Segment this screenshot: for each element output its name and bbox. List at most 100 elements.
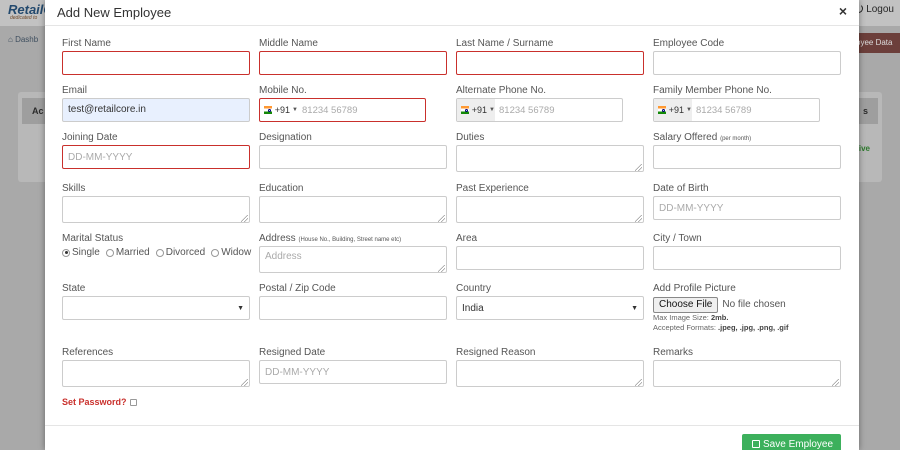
city-input[interactable] [653,246,841,270]
state-select[interactable]: ▼ [62,296,250,320]
past-experience-textarea-wrap [456,196,644,223]
modal-footer-divider [45,425,859,426]
first-name-field: First Name [62,38,250,75]
mobile-label: Mobile No. [259,85,307,96]
family-phone-input[interactable]: +91 ▼ 81234 56789 [653,98,820,122]
resize-grip-icon[interactable] [832,379,839,386]
country-select[interactable]: India ▼ [456,296,644,320]
radio-married[interactable]: Married [105,247,150,258]
family-phone-label: Family Member Phone No. [653,85,772,96]
country-code-selector[interactable]: +91 ▼ [654,99,692,121]
radio-dot[interactable] [105,248,114,257]
radio-label: Divorced [165,247,206,258]
family-phone-placeholder: 81234 56789 [696,104,752,116]
dial-code: +91 [471,105,488,115]
dob-field: Date of Birth [653,183,841,220]
alt-phone-placeholder: 81234 56789 [499,104,555,116]
country-code-selector[interactable]: +91 ▼ [457,99,495,121]
chevron-down-icon: ▼ [631,304,638,312]
address-textarea[interactable] [259,246,447,273]
country-field: Country India ▼ [456,283,644,320]
file-input: Choose File No file chosen [653,296,841,313]
salary-label-note: (per month) [720,136,752,142]
close-button[interactable]: × [839,3,847,19]
resize-grip-icon[interactable] [438,265,445,272]
formats-help: Accepted Formats: .jpeg, .jpg, .png, .gi… [653,323,841,333]
education-textarea[interactable] [259,196,447,223]
joining-date-field: Joining Date [62,132,250,169]
radio-divorced[interactable]: Divorced [155,247,206,258]
save-employee-button[interactable]: Save Employee [742,434,841,450]
salary-input[interactable] [653,145,841,169]
country-code-selector[interactable]: +91 ▼ [260,99,298,121]
address-field: Address (House No., Building, Street nam… [259,233,447,273]
resigned-date-field: Resigned Date [259,347,447,384]
radio-dot[interactable] [155,248,164,257]
radio-dot[interactable] [62,248,70,257]
dob-input[interactable] [653,196,841,220]
resize-grip-icon[interactable] [241,215,248,222]
past-experience-textarea[interactable] [456,196,644,223]
duties-textarea[interactable] [456,145,644,172]
choose-file-button[interactable]: Choose File [653,296,719,313]
first-name-input[interactable] [62,51,250,75]
country-label: Country [456,283,492,294]
last-name-input[interactable] [456,51,644,75]
formats-value: .jpeg, .jpg, .png, .gif [718,323,789,332]
chevron-down-icon: ▼ [292,107,298,113]
radio-dot[interactable] [211,248,220,257]
set-password-checkbox[interactable] [129,398,137,406]
joining-date-label: Joining Date [62,132,118,143]
file-status: No file chosen [722,299,786,310]
chevron-down-icon: ▼ [489,107,495,113]
references-textarea[interactable] [62,360,250,387]
resigned-reason-textarea[interactable] [456,360,644,387]
set-password-toggle[interactable]: Set Password? [62,397,137,407]
resigned-reason-field: Resigned Reason [456,347,644,387]
middle-name-input[interactable] [259,51,447,75]
resize-grip-icon[interactable] [635,379,642,386]
alt-phone-input[interactable]: +91 ▼ 81234 56789 [456,98,623,122]
employee-code-input[interactable] [653,51,841,75]
dial-code: +91 [668,105,685,115]
skills-field: Skills [62,183,250,223]
skills-textarea-wrap [62,196,250,223]
area-input[interactable] [456,246,644,270]
logout-link[interactable]: Logou [854,4,894,15]
radio-widow[interactable]: Widow [211,247,251,258]
postal-input[interactable] [259,296,447,320]
address-textarea-wrap [259,246,447,273]
references-label: References [62,347,114,358]
mobile-input[interactable]: +91 ▼ 81234 56789 [259,98,426,122]
resize-grip-icon[interactable] [241,379,248,386]
state-label: State [62,283,86,294]
chevron-down-icon: ▼ [237,304,244,312]
designation-input[interactable] [259,145,447,169]
education-field: Education [259,183,447,223]
set-password-label: Set Password? [62,397,127,407]
save-employee-label: Save Employee [763,439,834,450]
radio-label: Married [115,247,150,258]
radio-single[interactable]: Single [62,247,100,258]
education-label: Education [259,183,304,194]
joining-date-input[interactable] [62,145,250,169]
resize-grip-icon[interactable] [635,164,642,171]
postal-field: Postal / Zip Code [259,283,447,320]
resigned-date-input[interactable] [259,360,447,384]
india-flag-icon [461,106,469,114]
profile-picture-label: Add Profile Picture [653,283,736,294]
skills-label: Skills [62,183,86,194]
resize-grip-icon[interactable] [438,215,445,222]
dial-code: +91 [274,105,291,115]
email-input[interactable]: test@retailcore.in [62,98,250,122]
email-field: Email test@retailcore.in [62,85,250,122]
breadcrumb[interactable]: ⌂ Dashb [8,35,38,44]
employee-data-button[interactable]: oyee Data [852,33,900,53]
remarks-textarea[interactable] [653,360,841,387]
postal-label: Postal / Zip Code [259,283,336,294]
skills-textarea[interactable] [62,196,250,223]
city-label: City / Town [653,233,702,244]
education-textarea-wrap [259,196,447,223]
alt-phone-label: Alternate Phone No. [456,85,547,96]
resize-grip-icon[interactable] [635,215,642,222]
